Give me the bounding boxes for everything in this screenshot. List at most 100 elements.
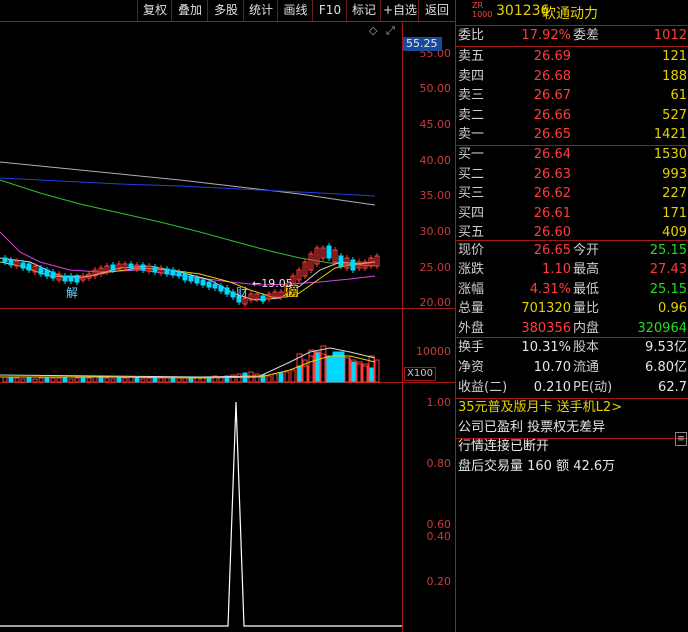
candle-body [188,275,194,282]
candle-body [110,264,116,271]
bid-price: 26.63 [533,166,571,182]
stat-row: 涨跌 1.10 最高 27.43 [456,260,688,280]
volume-bar [14,377,20,383]
price-tick: 25.00 [419,261,452,274]
ma-line [0,161,376,206]
volume-bar [176,377,182,383]
badge-bottom: 1000 [472,10,493,19]
finance-label: 流通 [573,360,600,375]
weibi-row: 委比 17.92% 委差 1012 [456,26,688,46]
event-label-unlock[interactable]: 解 [66,284,78,301]
volume-bar [308,355,314,383]
stat-label: 涨跌 [458,262,485,278]
notice-row: 公司已盈利 投票权无差异 [456,418,688,438]
candle-body [194,277,200,284]
finance-row: 净资 10.70 流通 6.80亿 [456,358,688,378]
add-watchlist-button[interactable]: +自选 [380,0,419,21]
ask-row: 卖四 26.68 188 [456,67,688,87]
stat-label: 量比 [573,301,600,317]
finance-label: 换手 [458,340,485,355]
stat-row: 外盘 380356 内盘 320964 [456,319,688,339]
fuquan-button[interactable]: 复权 [137,0,172,21]
price-axis-line [402,22,403,632]
finance-label: 收益(二) [458,380,508,395]
more-icon[interactable]: ≡ [675,432,687,446]
promo-text[interactable]: 35元普及版月卡 送手机L2> [458,398,622,418]
weicha-label: 委差 [573,28,600,43]
event-label-finance[interactable]: 财 [236,284,248,301]
weicha-value: 1012 [653,28,687,43]
ask-row: 卖三 26.67 61 [456,86,688,106]
volume-bar [164,377,170,383]
finance-label: 净资 [458,360,485,375]
finance-label: PE(动) [573,380,613,395]
finance-row: 收益(二) 0.210 PE(动) 62.7 [456,378,688,398]
bid-row: 买一 26.64 1530 [456,145,688,165]
mark-button[interactable]: 标记 [346,0,381,21]
ask-row: 卖二 26.66 527 [456,106,688,126]
bid-volume: 171 [662,205,687,221]
low-price-marker: ←19.05 [252,277,293,290]
stat-label: 现价 [458,243,485,258]
candle-body [164,268,170,275]
ask-price: 26.66 [533,107,571,123]
volume-bar [146,377,152,383]
f10-button[interactable]: F10 [312,0,347,21]
volume-bar [116,377,122,383]
volume-bar [284,371,290,383]
candle-body [170,269,176,276]
volume-bar [44,376,50,383]
volume-bar [20,378,26,383]
kline-chart[interactable] [0,22,402,632]
stock-name: 软通动力 [542,6,598,22]
statistics-button[interactable]: 统计 [243,0,278,21]
price-tick: 20.00 [419,296,452,309]
volume-bar [92,376,98,383]
ask-volume: 121 [662,49,687,64]
candle-body [326,245,332,259]
candle-body [230,291,236,298]
bid-price: 26.64 [533,147,571,162]
candle-body [200,279,206,286]
stat-value: 4.31% [529,281,571,297]
finance-value: 6.80亿 [645,360,687,375]
low-price-value: 19.05 [261,277,293,290]
promo-link[interactable]: 35元普及版月卡 送手机L2> [456,398,688,418]
stat-value: 320964 [637,320,687,336]
draw-line-button[interactable]: 画线 [277,0,313,21]
stock-title: ZR 1000 301236 软通动力 [456,0,688,24]
volume-bar [158,377,164,383]
volume-bar [32,378,38,383]
price-tick: 45.00 [419,118,452,131]
volume-bar [80,377,86,383]
after-hours-row: 盘后交易量 160 额 42.6万 [456,457,688,477]
ask-volume: 61 [670,88,687,104]
ask-price: 26.69 [533,49,571,64]
indicator-tick: 0.40 [426,530,452,543]
stat-label: 内盘 [573,320,600,336]
volume-tick: 10000 [416,345,451,358]
price-tick: 50.00 [419,82,452,95]
candle-body [8,259,14,266]
volume-bar [290,369,296,383]
multi-stock-button[interactable]: 多股 [207,0,244,21]
finance-value: 62.7 [658,380,687,395]
finance-value: 0.210 [533,380,571,395]
overlay-button[interactable]: 叠加 [171,0,208,21]
candle-body [128,263,134,269]
ask-volume: 188 [662,68,687,84]
volume-bar [236,373,242,383]
chart-area[interactable]: 复权 叠加 多股 统计 画线 F10 标记 +自选 返回 ◇ ⤢ 55.00 5… [0,0,455,632]
back-button[interactable]: 返回 [418,0,455,21]
volume-bar [122,377,128,383]
bid-volume: 1530 [653,147,687,162]
finance-label: 股本 [573,340,600,355]
stat-value: 1.10 [542,262,571,278]
stat-row: 涨幅 4.31% 最低 25.15 [456,280,688,300]
bid-volume: 227 [662,186,687,202]
notice-profit: 公司已盈利 投票权无差异 [458,420,606,435]
stat-value: 26.65 [533,243,571,258]
volume-bar [362,365,368,383]
indicator-tick: 1.00 [426,396,452,409]
indicator-line [0,401,402,627]
